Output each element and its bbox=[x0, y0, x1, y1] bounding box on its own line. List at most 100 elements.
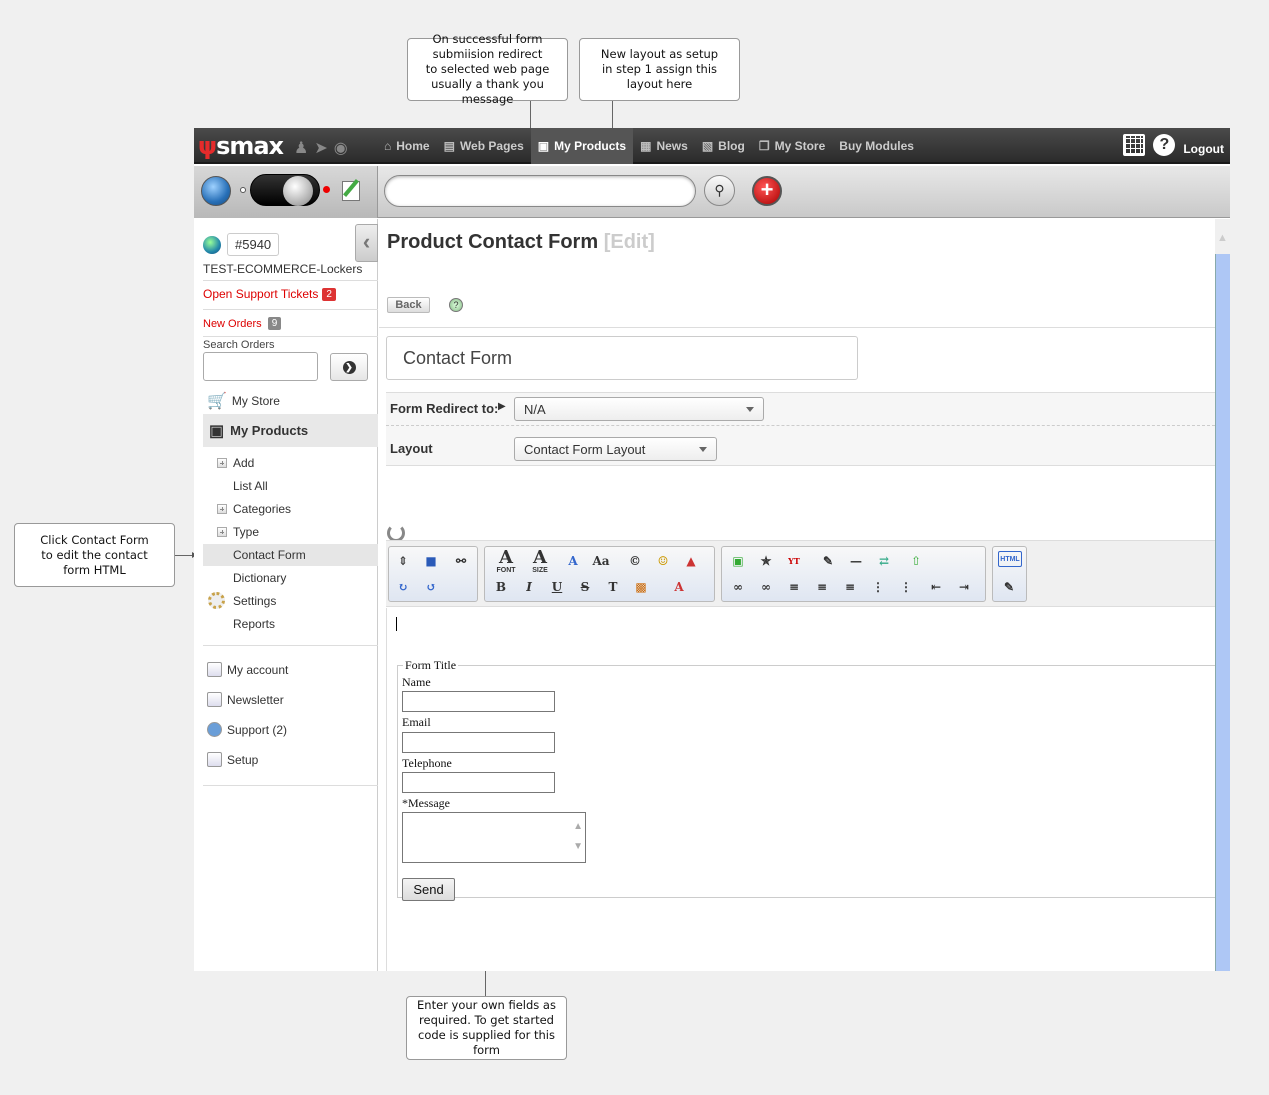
newsletter-icon bbox=[207, 692, 222, 707]
nav-home[interactable]: ⌂ Home bbox=[377, 128, 437, 164]
font-dropdown[interactable]: A FONT bbox=[491, 549, 521, 575]
insert-field-icon[interactable]: ⇄ bbox=[874, 551, 894, 571]
align-left-icon[interactable]: ≡ bbox=[784, 577, 804, 597]
redirect-select[interactable]: N/A bbox=[514, 397, 764, 421]
back-button[interactable]: Back bbox=[387, 297, 430, 313]
sidebar-sub-contact-form[interactable]: Contact Form bbox=[203, 544, 378, 566]
html-source-button[interactable]: HTML bbox=[998, 551, 1022, 567]
image-icon[interactable]: ▣ bbox=[728, 551, 748, 571]
nav-news[interactable]: ▦ News bbox=[633, 128, 695, 164]
top-navbar: ψsmax ♟➤◉ ⌂ Home ▤ Web Pages ▣ My Products … bbox=[194, 128, 1230, 164]
redo-icon[interactable]: ↻ bbox=[393, 577, 413, 597]
sidebar-item-my-store[interactable]: 🛒 My Store bbox=[207, 391, 280, 411]
save-icon[interactable]: ■ bbox=[421, 551, 441, 571]
nav-label: Web Pages bbox=[459, 139, 524, 153]
bullet-list-icon[interactable]: ⋮ bbox=[868, 577, 888, 597]
sub-item-label: List All bbox=[233, 479, 268, 493]
help-icon[interactable]: ? bbox=[449, 298, 463, 312]
sidebar-sub-categories[interactable]: Categories bbox=[203, 498, 378, 520]
paste-icon[interactable]: ✎ bbox=[999, 577, 1019, 597]
upload-icon[interactable]: ⇧ bbox=[906, 551, 926, 571]
help-icon[interactable]: ? bbox=[1153, 134, 1176, 156]
sidebar-sub-dictionary[interactable]: Dictionary bbox=[203, 567, 378, 589]
message-textarea[interactable]: ▲ ▼ bbox=[402, 812, 586, 863]
edit-page-icon[interactable] bbox=[342, 181, 360, 201]
edit-title-link[interactable]: [Edit] bbox=[604, 231, 655, 253]
unlink-icon[interactable]: ∞ bbox=[756, 577, 776, 597]
youtube-icon[interactable]: YT bbox=[784, 551, 804, 571]
search-orders-input[interactable] bbox=[203, 352, 318, 381]
email-field[interactable] bbox=[402, 732, 555, 753]
image-icon: ▣ bbox=[537, 139, 550, 153]
find-icon[interactable]: ⚯ bbox=[451, 551, 471, 571]
name-field[interactable] bbox=[402, 691, 555, 712]
sidebar-sub-type[interactable]: Type bbox=[203, 521, 378, 543]
sidebar-item-my-products[interactable]: ▣ My Products bbox=[203, 414, 378, 447]
underline-button[interactable]: U bbox=[547, 577, 567, 597]
search-orders-go-button[interactable]: ❯ bbox=[330, 353, 368, 381]
undo-icon[interactable]: ↺ bbox=[421, 577, 441, 597]
link-icon[interactable]: ∞ bbox=[728, 577, 748, 597]
page-break-icon[interactable]: ⇕ bbox=[393, 551, 413, 571]
edit-form-icon[interactable]: ✎ bbox=[818, 551, 838, 571]
sidebar-sub-reports[interactable]: Reports bbox=[203, 613, 378, 635]
sidebar-item-newsletter[interactable]: Newsletter bbox=[207, 692, 284, 707]
new-orders-link[interactable]: New Orders 9 bbox=[203, 317, 282, 330]
indent-icon[interactable]: ⇥ bbox=[954, 577, 974, 597]
form-name-input[interactable]: Contact Form bbox=[386, 336, 858, 380]
message-label: *Message bbox=[402, 796, 450, 810]
align-right-icon[interactable]: ≡ bbox=[840, 577, 860, 597]
chat-icon[interactable]: ◉ bbox=[334, 140, 354, 157]
clear-format-icon[interactable]: A bbox=[669, 577, 689, 597]
sidebar-item-support[interactable]: Support (2) bbox=[207, 722, 287, 737]
strikethrough-button[interactable]: S bbox=[575, 577, 595, 597]
nav-my-products[interactable]: ▣ My Products bbox=[530, 128, 634, 164]
calendar-icon[interactable] bbox=[1123, 134, 1146, 156]
editor-content-area[interactable]: Form Title Name Email Telephone *Message… bbox=[386, 608, 1216, 971]
nav-blog[interactable]: ▧ Blog bbox=[695, 128, 752, 164]
text-style-icon[interactable]: A bbox=[563, 551, 583, 571]
open-support-tickets-link[interactable]: Open Support Tickets 2 bbox=[203, 287, 336, 301]
telephone-field[interactable] bbox=[402, 772, 555, 793]
bold-button[interactable]: B bbox=[491, 577, 511, 597]
sidebar-item-setup[interactable]: Setup bbox=[207, 752, 258, 767]
align-center-icon[interactable]: ≡ bbox=[812, 577, 832, 597]
nav-label: My Store bbox=[774, 139, 826, 153]
layout-select[interactable]: Contact Form Layout bbox=[514, 437, 717, 461]
nav-buy-modules[interactable]: Buy Modules bbox=[832, 128, 921, 164]
shapes-icon[interactable]: ▲ bbox=[681, 551, 701, 571]
bg-color-icon[interactable]: ▩ bbox=[631, 577, 651, 597]
outdent-icon[interactable]: ⇤ bbox=[926, 577, 946, 597]
size-dropdown[interactable]: A SIZE bbox=[525, 549, 555, 575]
site-id[interactable]: #5940 bbox=[227, 233, 280, 256]
logout-link[interactable]: Logout bbox=[1183, 142, 1224, 156]
www-globe-icon[interactable] bbox=[201, 176, 231, 206]
textarea-scroll-arrows[interactable]: ▲ ▼ bbox=[573, 817, 583, 857]
smiley-icon[interactable]: ☺ bbox=[653, 551, 673, 571]
scrollbar-thumb[interactable] bbox=[1215, 254, 1230, 971]
nav-my-store[interactable]: ❒ My Store bbox=[752, 128, 832, 164]
site-globe-icon[interactable] bbox=[203, 235, 221, 254]
add-new-button[interactable]: + bbox=[752, 176, 782, 206]
flash-icon[interactable]: ✯ bbox=[756, 551, 776, 571]
live-toggle-switch[interactable] bbox=[250, 174, 320, 206]
nav-web-pages[interactable]: ▤ Web Pages bbox=[437, 128, 531, 164]
collapse-sidebar-button[interactable]: ‹ bbox=[355, 224, 378, 262]
sidebar-sub-list-all[interactable]: List All bbox=[203, 475, 378, 497]
sidebar-item-my-account[interactable]: My account bbox=[207, 662, 288, 677]
scroll-up-icon[interactable]: ▲ bbox=[1217, 232, 1228, 244]
send-button[interactable]: Send bbox=[402, 878, 455, 901]
sidebar-sub-add[interactable]: Add bbox=[203, 452, 378, 474]
font-case-icon[interactable]: Aa bbox=[591, 551, 611, 571]
sidebar-sub-settings[interactable]: Settings bbox=[203, 590, 378, 612]
italic-button[interactable]: I bbox=[519, 577, 539, 597]
smax-logo[interactable]: ψsmax bbox=[198, 132, 284, 160]
search-button[interactable]: ⚲ bbox=[704, 175, 735, 206]
add-user-icon[interactable]: ♟ bbox=[294, 140, 314, 157]
numbered-list-icon[interactable]: ⋮ bbox=[896, 577, 916, 597]
text-color-icon[interactable]: T bbox=[603, 577, 623, 597]
horizontal-rule-icon[interactable]: — bbox=[846, 551, 866, 571]
special-char-icon[interactable]: © bbox=[625, 551, 645, 571]
global-search-input[interactable] bbox=[384, 175, 696, 207]
send-icon[interactable]: ➤ bbox=[314, 140, 333, 157]
